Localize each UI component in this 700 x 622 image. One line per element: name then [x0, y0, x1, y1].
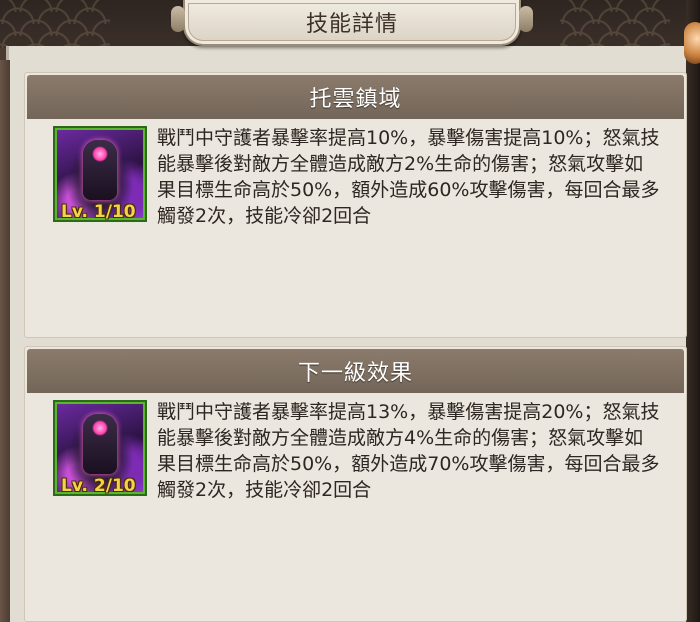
next-level-header: 下一級效果 — [27, 349, 684, 393]
wave-pattern-right — [560, 0, 670, 48]
next-level-panel: 下一級效果 Lv. 2/10 戰鬥中守護者暴擊率提高13%，暴擊傷害提高20%；… — [24, 346, 687, 622]
guardian-figure-icon — [83, 414, 117, 474]
next-skill-description: 戰鬥中守護者暴擊率提高13%，暴擊傷害提高20%；怒氣技能暴擊後對敵方全體造成敵… — [157, 401, 660, 501]
skill-level-label: Lv. 1/10 — [61, 202, 136, 222]
next-level-title: 下一級效果 — [297, 361, 413, 386]
next-skill-icon: Lv. 2/10 — [55, 402, 145, 496]
header-plaque: 技能詳情 — [171, 0, 533, 46]
skill-icon: Lv. 1/10 — [55, 128, 145, 222]
wave-pattern-left — [0, 0, 110, 48]
next-skill-level-label: Lv. 2/10 — [61, 476, 136, 496]
frame-ornament-icon — [684, 22, 700, 64]
guardian-figure-icon — [83, 140, 117, 200]
skill-description: 戰鬥中守護者暴擊率提高10%，暴擊傷害提高10%；怒氣技能暴擊後對敵方全體造成敵… — [157, 127, 660, 227]
right-frame-edge — [684, 0, 700, 622]
skill-name: 托雲鎮域 — [309, 87, 402, 112]
current-skill-panel: 托雲鎮域 Lv. 1/10 戰鬥中守護者暴擊率提高10%，暴擊傷害提高10%；怒… — [24, 72, 687, 338]
left-frame-edge — [0, 60, 10, 622]
page-title: 技能詳情 — [305, 12, 398, 37]
skill-name-header: 托雲鎮域 — [27, 75, 684, 119]
